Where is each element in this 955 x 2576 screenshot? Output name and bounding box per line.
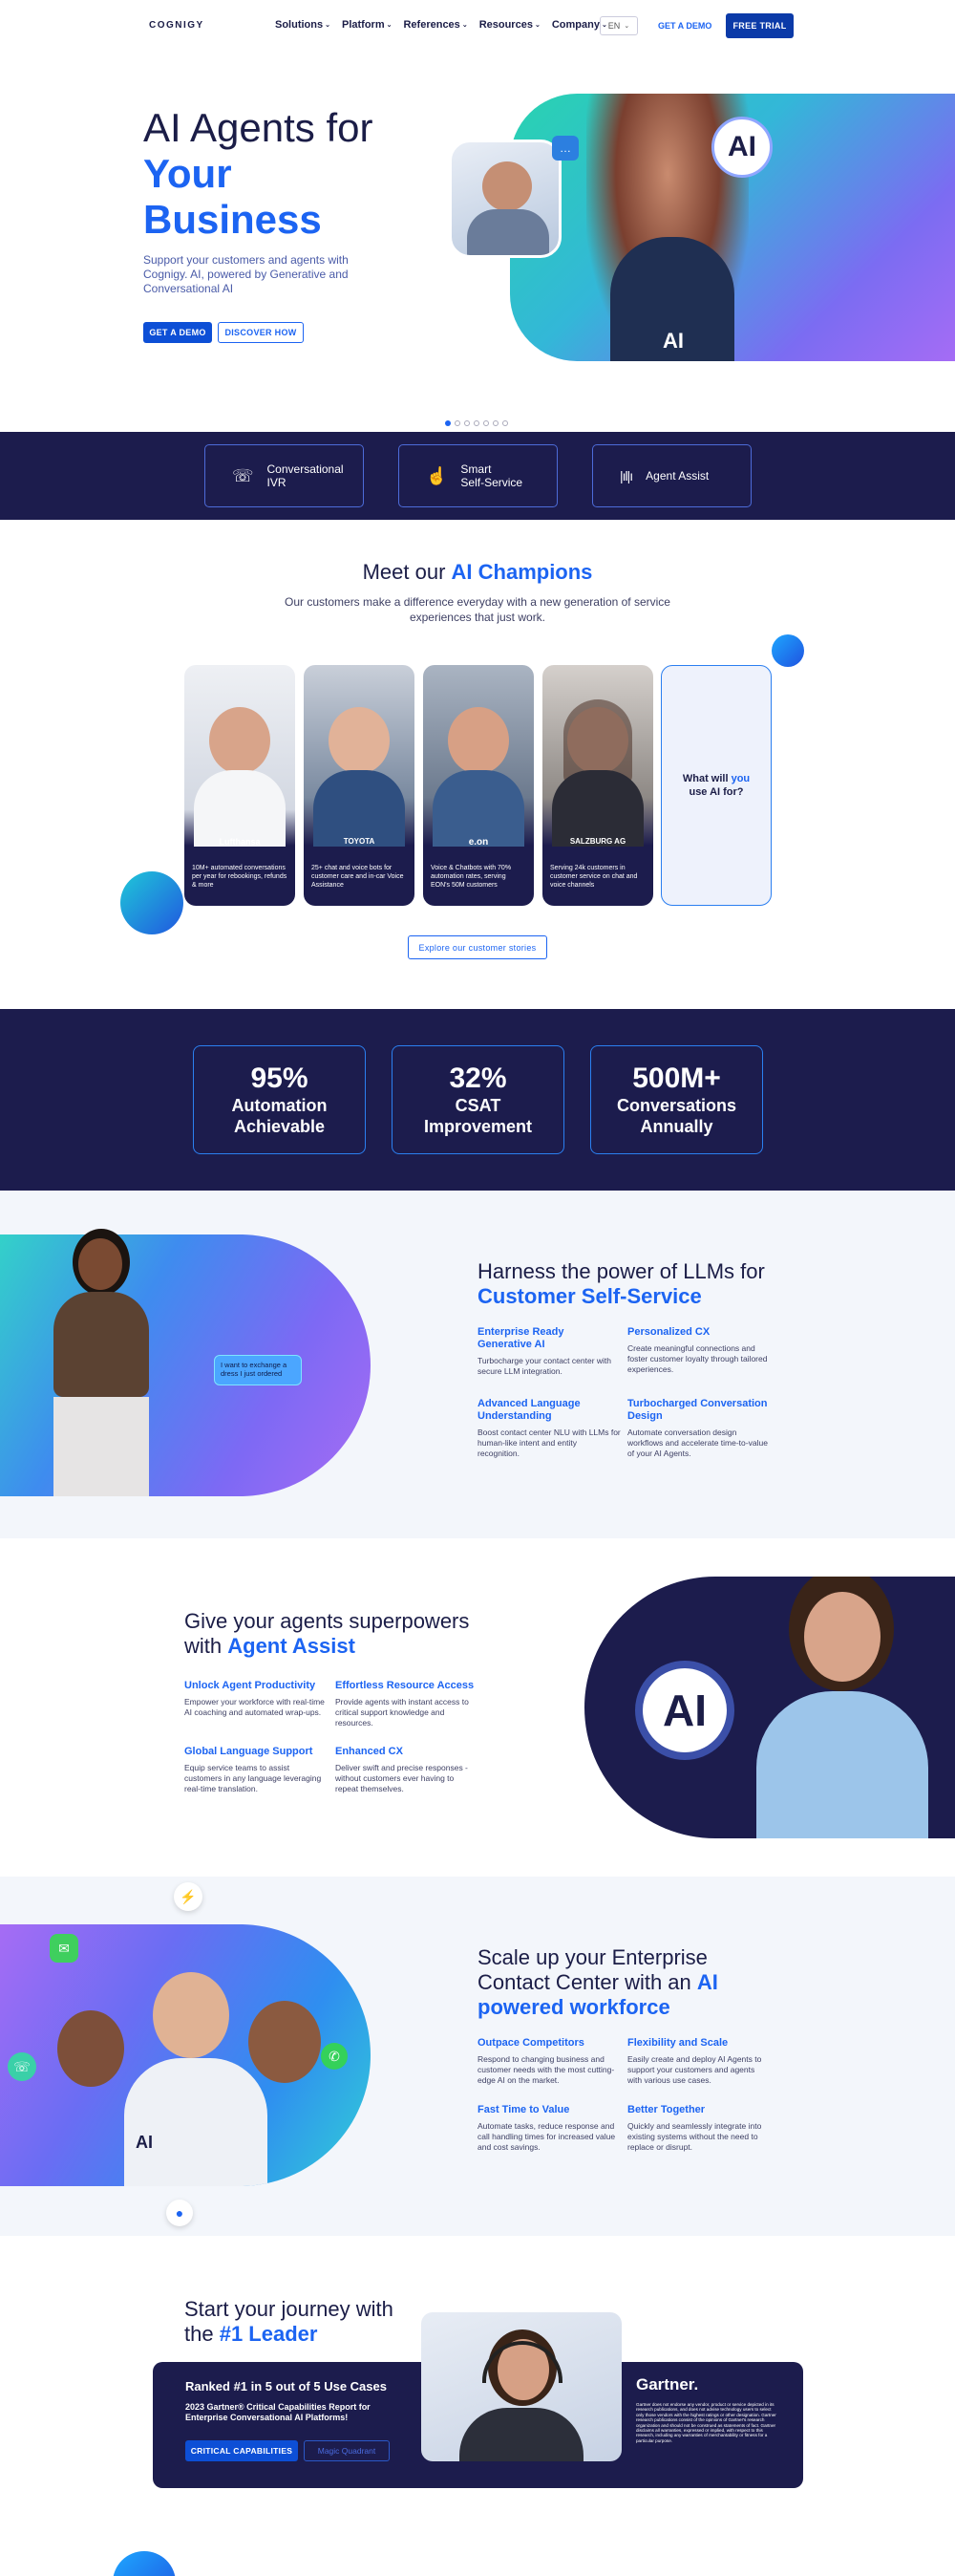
decor-circle — [113, 2551, 176, 2576]
tab-smart-self-service[interactable]: ☝ Smart Self-Service — [398, 444, 558, 507]
leader-title: Start your journey with the #1 Leader — [184, 2297, 393, 2346]
decor-circle — [772, 634, 804, 667]
logo[interactable]: COGNIGY — [149, 20, 204, 31]
ai-badge: AI — [711, 117, 773, 178]
leader-section: Start your journey with the #1 Leader Ra… — [0, 2236, 955, 2576]
chat-bubble: I want to exchange a dress I just ordere… — [214, 1355, 302, 1385]
tab-agent-assist[interactable]: |ıl|ı Agent Assist — [592, 444, 752, 507]
discover-how-button[interactable]: DISCOVER HOW — [218, 322, 304, 343]
customer-woman-photo — [34, 1219, 178, 1496]
scale-feature: Better Together Quickly and seamlessly in… — [627, 2104, 762, 2152]
tab-conversational-ivr[interactable]: ☏ Conversational IVR — [204, 444, 364, 507]
ai-badge: AI — [635, 1661, 734, 1760]
header: COGNIGY Solutions ⌄ Platform ⌄ References ⌄… — [0, 0, 955, 54]
llm-feature: Personalized CX Create meaningful connect… — [627, 1326, 768, 1374]
champion-card[interactable]: TOYOTA 25+ chat and voice bots for custo… — [304, 665, 414, 906]
stat-card: 500M+ Conversations Annually — [590, 1045, 763, 1154]
messenger-icon: ⚡ — [174, 1882, 202, 1911]
chevron-down-icon: ⌄ — [386, 22, 393, 29]
stats-band: 95% Automation Achievable 32% CSAT Impro… — [0, 1009, 955, 1191]
waveform-icon: |ıl|ı — [620, 468, 633, 483]
decor-circle — [120, 871, 183, 934]
champion-card[interactable]: e.on Voice & Chatbots with 70% automatio… — [423, 665, 534, 906]
scale-title: Scale up your Enterprise Contact Center … — [478, 1945, 718, 2019]
assist-feature: Effortless Resource Access Provide agents… — [335, 1680, 475, 1728]
llm-section: I want to exchange a dress I just ordere… — [0, 1191, 955, 1538]
chat-bubble-icon: ● — [166, 2200, 193, 2226]
gartner-logo: Gartner. — [636, 2375, 699, 2394]
free-trial-button[interactable]: FREE TRIAL — [726, 13, 794, 38]
agent-assist-section: Give your agents superpowers with Agent … — [0, 1538, 955, 1877]
stat-card: 95% Automation Achievable — [193, 1045, 366, 1154]
whatsapp-icon: ✆ — [321, 2043, 348, 2070]
nav-references[interactable]: References ⌄ — [403, 19, 467, 31]
chevron-down-icon: ⌄ — [461, 22, 468, 29]
llm-feature: Turbocharged Conversation Design Automate… — [627, 1398, 768, 1458]
llm-feature: Enterprise Ready Generative AI Turbocharg… — [478, 1326, 612, 1376]
scale-feature: Fast Time to Value Automate tasks, reduce… — [478, 2104, 616, 2152]
nav-platform[interactable]: Platform ⌄ — [342, 19, 393, 31]
carousel-dots[interactable] — [445, 420, 508, 426]
use-ai-question-card[interactable]: What will you use AI for? — [661, 665, 772, 906]
chevron-down-icon: ⌄ — [534, 22, 541, 29]
critical-capabilities-button[interactable]: CRITICAL CAPABILITIES — [185, 2440, 298, 2461]
scale-section: AI ⚡ ✉ ✆ ☏ ● Scale up your Enterprise Co… — [0, 1877, 955, 2236]
phone-icon: ☏ — [232, 466, 254, 485]
assist-feature: Enhanced CX Deliver swift and precise res… — [335, 1746, 468, 1793]
champion-card[interactable]: SALZBURG AG Serving 24k customers in cus… — [542, 665, 653, 906]
champions-section: Meet our AI Champions Our customers make… — [0, 520, 955, 1009]
avatar — [329, 707, 390, 774]
champions-subtitle: Our customers make a difference everyday… — [285, 595, 670, 624]
report-text: 2023 Gartner® Critical Capabilities Repo… — [185, 2402, 371, 2422]
nav-resources[interactable]: Resources ⌄ — [479, 19, 541, 31]
champions-title: Meet our AI Champions — [362, 560, 593, 584]
chat-bubble-icon: … — [552, 136, 579, 161]
gartner-disclaimer: Gartner does not endorse any vendor, pro… — [636, 2402, 776, 2443]
phone-user-photo — [449, 140, 562, 258]
scale-visual: AI — [0, 1924, 371, 2186]
assist-title: Give your agents superpowers with Agent … — [184, 1609, 470, 1658]
solutions-band: ☏ Conversational IVR ☝ Smart Self-Service … — [0, 432, 955, 520]
llm-title: Harness the power of LLMs for Customer Se… — [478, 1259, 765, 1308]
hero-demo-button[interactable]: GET A DEMO — [143, 322, 212, 343]
llm-feature: Advanced Language Understanding Boost con… — [478, 1398, 621, 1458]
explore-stories-button[interactable]: Explore our customer stories — [408, 935, 547, 959]
nav-solutions[interactable]: Solutions ⌄ — [275, 19, 330, 31]
header-demo-link[interactable]: GET A DEMO — [658, 21, 711, 31]
champion-card[interactable]: Lufthansa 10M+ automated conversations p… — [184, 665, 295, 906]
hero-section: AI Agents for Your Business Support your… — [0, 54, 955, 432]
magic-quadrant-button[interactable]: Magic Quadrant — [304, 2440, 390, 2461]
assist-feature: Global Language Support Equip service tea… — [184, 1746, 322, 1793]
chevron-down-icon: ⌄ — [325, 22, 330, 29]
language-select[interactable]: EN ⌄ — [600, 16, 638, 35]
avatar — [448, 707, 509, 774]
phone-icon: ☏ — [8, 2052, 36, 2081]
agent-woman-photo — [756, 1577, 928, 1838]
team-photo: AI — [57, 1963, 344, 2186]
vest-logo: AI — [663, 329, 684, 353]
scale-feature: Outpace Competitors Respond to changing b… — [478, 2037, 615, 2085]
chat-app-icon: ✉ — [50, 1934, 78, 1963]
hand-icon: ☝ — [426, 466, 448, 485]
chevron-down-icon: ⌄ — [624, 23, 630, 30]
assist-feature: Unlock Agent Productivity Empower your wo… — [184, 1680, 325, 1717]
stat-card: 32% CSAT Improvement — [392, 1045, 564, 1154]
agent-woman-photo — [421, 2312, 622, 2461]
hero-subtitle: Support your customers and agents with C… — [143, 253, 349, 295]
rank-title: Ranked #1 in 5 out of 5 Use Cases — [185, 2379, 387, 2394]
avatar — [209, 707, 270, 774]
hero-title: AI Agents for Your Business — [143, 105, 373, 242]
scale-feature: Flexibility and Scale Easily create and d… — [627, 2037, 762, 2085]
